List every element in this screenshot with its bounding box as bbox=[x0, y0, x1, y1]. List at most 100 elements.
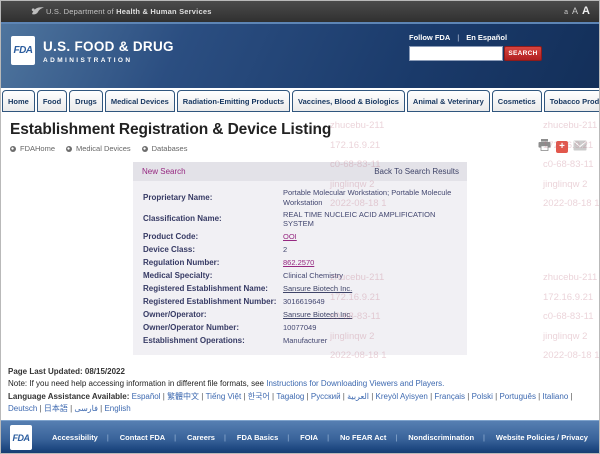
breadcrumb-link[interactable]: Databases bbox=[152, 144, 188, 153]
breadcrumb: FDAHome Medical Devices Databases bbox=[10, 144, 600, 153]
nav-tab[interactable]: Animal & Veterinary bbox=[407, 90, 490, 112]
field-label: Device Class: bbox=[143, 245, 283, 255]
nav-tab[interactable]: Cosmetics bbox=[492, 90, 542, 112]
search-input[interactable] bbox=[409, 46, 503, 61]
table-row: Product Code: OOI bbox=[143, 230, 459, 243]
field-value-cell: 10077049 bbox=[283, 323, 459, 333]
field-value-cell: REAL TIME NUCLEIC ACID AMPLIFICATION SYS… bbox=[283, 210, 459, 230]
search-button[interactable]: SEARCH bbox=[504, 46, 542, 61]
language-link[interactable]: Español bbox=[132, 392, 167, 401]
breadcrumb-bullet-icon bbox=[142, 146, 148, 152]
table-row: Registered Establishment Number: 3016619… bbox=[143, 295, 459, 308]
field-label: Registered Establishment Number: bbox=[143, 297, 283, 307]
new-search-link[interactable]: New Search bbox=[142, 167, 186, 176]
font-size-controls: a A A bbox=[564, 5, 590, 17]
follow-fda-link[interactable]: Follow FDA bbox=[409, 33, 450, 42]
language-link[interactable]: Tiếng Việt bbox=[206, 392, 248, 401]
table-row: Medical Specialty: Clinical Chemistry bbox=[143, 269, 459, 282]
fda-footer-logo[interactable]: FDA bbox=[10, 425, 32, 450]
field-value: Manufacturer bbox=[283, 336, 327, 345]
footer-link[interactable]: Nondiscrimination bbox=[408, 433, 485, 442]
field-label: Proprietary Name: bbox=[143, 193, 283, 203]
field-value-cell: Portable Molecular Workstation; Portable… bbox=[283, 188, 459, 208]
nav-tab[interactable]: Food bbox=[37, 90, 67, 112]
field-value[interactable]: 862.2570 bbox=[283, 258, 314, 267]
divider: | bbox=[457, 33, 459, 42]
field-value[interactable]: OOI bbox=[283, 232, 297, 241]
field-label: Owner/Operator: bbox=[143, 310, 283, 320]
language-link[interactable]: Français bbox=[434, 392, 471, 401]
field-value: REAL TIME NUCLEIC ACID AMPLIFICATION SYS… bbox=[283, 210, 435, 229]
field-value[interactable]: Sansure Biotech Inc. bbox=[283, 284, 352, 293]
footer-link[interactable]: Accessibility bbox=[52, 433, 109, 442]
table-row: Owner/Operator Number: 10077049 bbox=[143, 321, 459, 334]
language-link[interactable]: Italiano bbox=[542, 392, 572, 401]
footer-link[interactable]: Contact FDA bbox=[120, 433, 176, 442]
page-action-icons: + bbox=[538, 138, 587, 156]
breadcrumb-bullet-icon bbox=[66, 146, 72, 152]
field-value-cell: Sansure Biotech Inc. bbox=[283, 310, 459, 320]
field-value: 2 bbox=[283, 245, 287, 254]
field-label: Classification Name: bbox=[143, 214, 283, 224]
hhs-top-bar: U.S. Department of Health & Human Servic… bbox=[0, 0, 600, 22]
nav-tab[interactable]: Medical Devices bbox=[105, 90, 175, 112]
field-value-cell: Sansure Biotech Inc. bbox=[283, 284, 459, 294]
font-medium-button[interactable]: A bbox=[572, 6, 578, 16]
fda-logo[interactable]: FDA bbox=[11, 36, 35, 65]
header-utilities: Follow FDA | En Español SEARCH bbox=[409, 33, 543, 61]
nav-tab[interactable]: Drugs bbox=[69, 90, 103, 112]
language-link[interactable]: العربية bbox=[347, 392, 375, 401]
field-label: Establishment Operations: bbox=[143, 336, 283, 346]
field-value: Portable Molecular Workstation; Portable… bbox=[283, 188, 451, 207]
footer-link[interactable]: Careers bbox=[187, 433, 226, 442]
back-to-results-link[interactable]: Back To Search Results bbox=[374, 167, 459, 176]
breadcrumb-link[interactable]: FDAHome bbox=[20, 144, 55, 153]
field-value-cell: 2 bbox=[283, 245, 459, 255]
brand-line-2: ADMINISTRATION bbox=[43, 57, 174, 64]
footer-link[interactable]: FDA Basics bbox=[237, 433, 289, 442]
font-large-button[interactable]: A bbox=[582, 5, 590, 17]
footer-link[interactable]: FOIA bbox=[300, 433, 329, 442]
nav-tab[interactable]: Tobacco Products bbox=[544, 90, 600, 112]
language-link[interactable]: Tagalog bbox=[276, 392, 311, 401]
language-link[interactable]: Deutsch bbox=[8, 404, 44, 413]
field-value-cell: 862.2570 bbox=[283, 258, 459, 268]
breadcrumb-link[interactable]: Medical Devices bbox=[76, 144, 131, 153]
brand-line-1: U.S. FOOD & DRUG bbox=[43, 39, 174, 54]
field-value-cell: 3016619649 bbox=[283, 297, 459, 307]
font-small-button[interactable]: a bbox=[564, 9, 568, 16]
field-label: Owner/Operator Number: bbox=[143, 323, 283, 333]
nav-tab[interactable]: Home bbox=[2, 90, 35, 112]
field-value-cell: Clinical Chemistry bbox=[283, 271, 459, 281]
print-icon[interactable] bbox=[538, 138, 551, 156]
language-link[interactable]: 繁體中文 bbox=[167, 392, 206, 401]
email-icon[interactable] bbox=[573, 138, 587, 156]
language-link[interactable]: English bbox=[104, 404, 130, 413]
breadcrumb-item: FDAHome bbox=[10, 144, 55, 153]
field-label: Registered Establishment Name: bbox=[143, 284, 283, 294]
language-link[interactable]: 한국어 bbox=[248, 392, 277, 401]
footer-link[interactable]: No FEAR Act bbox=[340, 433, 397, 442]
site-footer-bar: FDA Accessibility Contact FDA Careers FDA B… bbox=[0, 420, 600, 454]
nav-tab[interactable]: Radiation-Emitting Products bbox=[177, 90, 290, 112]
hhs-department-label: U.S. Department of Health & Human Servic… bbox=[46, 7, 212, 16]
results-header-bar: New Search Back To Search Results bbox=[133, 162, 467, 181]
language-link[interactable]: فارسی bbox=[74, 404, 104, 413]
footer-link[interactable]: Website Policies / Privacy bbox=[496, 433, 588, 442]
nav-tab[interactable]: Vaccines, Blood & Biologics bbox=[292, 90, 405, 112]
file-formats-note: Note: If you need help accessing informa… bbox=[8, 378, 590, 390]
language-link[interactable]: Русский bbox=[311, 392, 347, 401]
field-value[interactable]: Sansure Biotech Inc. bbox=[283, 310, 352, 319]
language-link[interactable]: Kreyòl Ayisyen bbox=[376, 392, 435, 401]
en-espanol-link[interactable]: En Español bbox=[466, 33, 507, 42]
device-details-table: Proprietary Name: Portable Molecular Wor… bbox=[133, 181, 467, 347]
footer-links: Accessibility Contact FDA Careers FDA Basic… bbox=[52, 433, 588, 442]
language-link[interactable]: Polski bbox=[472, 392, 500, 401]
viewers-players-link[interactable]: Instructions for Downloading Viewers and… bbox=[266, 379, 444, 388]
field-value: 3016619649 bbox=[283, 297, 325, 306]
language-link[interactable]: 日本語 bbox=[44, 404, 75, 413]
share-icon[interactable]: + bbox=[556, 141, 568, 153]
language-link[interactable]: Português bbox=[499, 392, 542, 401]
primary-nav: Home Food Drugs Medical Devices Radiatio… bbox=[0, 88, 600, 112]
field-label: Product Code: bbox=[143, 232, 283, 242]
